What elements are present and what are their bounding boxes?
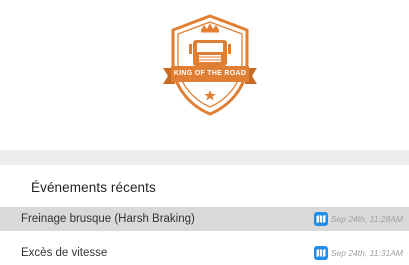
event-label: Excès de vitesse bbox=[21, 247, 108, 259]
king-of-the-road-badge: KING OF THE ROAD bbox=[155, 10, 265, 120]
event-row[interactable]: Excès de vitesse Sep 24th, 11:31AM bbox=[0, 241, 409, 265]
event-meta: Sep 24th, 11:28AM bbox=[313, 212, 403, 226]
badge-title: KING OF THE ROAD bbox=[173, 70, 247, 77]
shield-crown-truck-icon bbox=[163, 14, 257, 116]
achievement-badge-area: KING OF THE ROAD bbox=[0, 0, 409, 140]
map-icon[interactable] bbox=[313, 212, 328, 226]
event-time: Sep 24th, 11:28AM bbox=[330, 214, 403, 224]
recent-events-title: Événements récents bbox=[31, 180, 156, 195]
section-divider bbox=[0, 150, 409, 165]
map-icon[interactable] bbox=[313, 246, 328, 260]
event-label: Freinage brusque (Harsh Braking) bbox=[21, 213, 195, 225]
event-meta: Sep 24th, 11:31AM bbox=[313, 246, 403, 260]
event-time: Sep 24th, 11:31AM bbox=[330, 248, 403, 258]
event-row[interactable]: Freinage brusque (Harsh Braking) Sep 24t… bbox=[0, 207, 409, 231]
